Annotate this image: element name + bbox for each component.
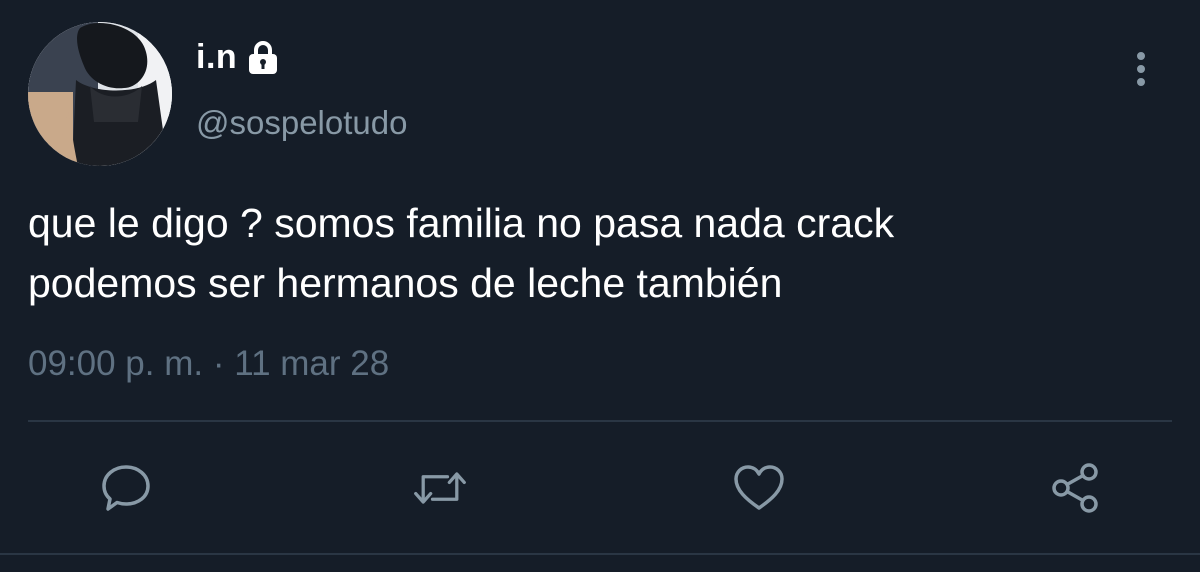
tweet-timestamp[interactable]: 09:00 p. m. · 11 mar 28 [28,344,389,384]
tweet-card: i.n @sospelotudo que le digo ? somos fam… [0,0,1200,572]
lock-icon [247,40,279,76]
display-name[interactable]: i.n [196,38,237,77]
divider [28,420,1172,422]
retweet-button[interactable] [412,460,468,516]
heart-icon [734,465,784,510]
avatar[interactable] [28,22,172,166]
display-name-row: i.n [196,38,279,77]
more-vertical-icon[interactable] [1128,50,1154,90]
avatar-photo [28,22,172,166]
share-icon [1052,463,1098,513]
reply-button[interactable] [98,460,154,516]
tweet-text: que le digo ? somos familia no pasa nada… [28,200,895,306]
bottom-divider [0,553,1200,555]
retweet-icon [414,472,466,504]
user-handle[interactable]: @sospelotudo [196,104,407,142]
share-button[interactable] [1048,460,1104,516]
like-button[interactable] [731,460,787,516]
reply-icon [102,465,150,511]
